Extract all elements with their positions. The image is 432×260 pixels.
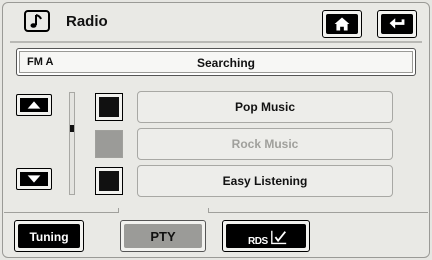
header: Radio <box>0 0 432 40</box>
checkmark-icon <box>271 230 287 245</box>
scrollbar-track[interactable] <box>69 92 75 195</box>
home-icon <box>334 17 350 31</box>
page-title: Radio <box>66 13 108 30</box>
pty-checkbox-easy[interactable] <box>95 167 123 195</box>
tab-rds-body: RDS <box>226 224 306 248</box>
scrollbar-thumb[interactable] <box>70 125 74 132</box>
tab-tuning-label: Tuning <box>18 224 80 248</box>
tab-rds-label: RDS <box>248 236 268 247</box>
triangle-up-icon <box>27 101 41 109</box>
tab-rds[interactable]: RDS <box>222 220 310 252</box>
pty-checkbox-pop[interactable] <box>95 93 123 121</box>
tabbar-line-right <box>208 212 428 213</box>
music-note-icon <box>24 10 50 32</box>
tabbar-line-left <box>4 212 118 213</box>
header-divider <box>10 41 422 43</box>
tab-tuning[interactable]: Tuning <box>14 220 84 252</box>
back-arrow-icon <box>389 18 405 29</box>
back-button[interactable] <box>377 10 417 38</box>
scroll-down-button[interactable] <box>16 168 52 190</box>
pty-item-easy-listening[interactable]: Easy Listening <box>137 165 393 197</box>
pty-item-pop-music[interactable]: Pop Music <box>137 91 393 123</box>
home-button[interactable] <box>322 10 362 38</box>
triangle-down-icon <box>27 175 41 183</box>
scroll-up-button[interactable] <box>16 94 52 116</box>
status-bar: FM A Searching <box>16 48 416 76</box>
tab-pty-label: PTY <box>124 224 202 248</box>
pty-checkbox-rock <box>95 130 123 158</box>
pty-item-rock-music: Rock Music <box>137 128 393 160</box>
status-message: Searching <box>196 56 256 70</box>
tab-pty[interactable]: PTY <box>120 220 206 252</box>
tabbar-notch-left <box>118 208 119 213</box>
